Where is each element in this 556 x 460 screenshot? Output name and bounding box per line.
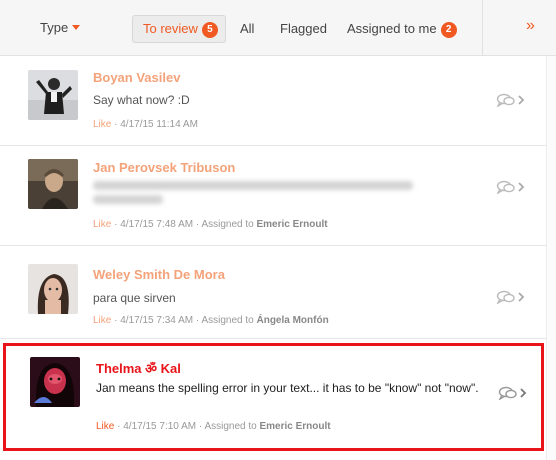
timestamp: 4/17/15 7:48 AM [120, 219, 194, 230]
right-panel-edge [546, 56, 556, 460]
tab-flagged[interactable]: Flagged [280, 15, 327, 43]
reply-icon[interactable] [496, 290, 526, 304]
assigned-label: Assigned to [201, 219, 254, 230]
blurred-comment-text [93, 176, 423, 204]
assigned-label: Assigned to [204, 421, 257, 432]
caret-down-icon [72, 25, 81, 30]
timestamp: 4/17/15 7:10 AM [123, 421, 197, 432]
comment-meta: Like · 4/17/15 7:48 AM · Assigned to Eme… [93, 219, 328, 230]
like-link[interactable]: Like [93, 315, 111, 326]
author-name[interactable]: Thelma ॐ Kal [96, 359, 181, 377]
avatar [28, 70, 78, 120]
assignee-name[interactable]: Emeric Ernoult [256, 219, 327, 230]
avatar [28, 159, 78, 209]
list-item[interactable]: Boyan Vasilev Say what now? :D Like · 4/… [0, 56, 546, 146]
author-name[interactable]: Jan Perovsek Tribuson [93, 160, 235, 175]
assignee-name[interactable]: Ángela Monfón [256, 315, 328, 326]
avatar [30, 357, 80, 407]
filter-toolbar: Type To review 5 All Flagged Assigned to … [0, 0, 556, 56]
to-review-count-badge: 5 [201, 22, 218, 38]
type-filter-label: Type [40, 20, 69, 35]
type-filter-dropdown[interactable]: Type [40, 20, 81, 35]
timestamp: 4/17/15 11:14 AM [120, 119, 198, 130]
list-item[interactable]: Jan Perovsek Tribuson Like · 4/17/15 7:4… [0, 146, 546, 246]
timestamp: 4/17/15 7:34 AM [120, 315, 194, 326]
tab-to-review-label: To review [143, 21, 198, 36]
comment-text: para que sirven [93, 291, 176, 305]
comment-text: Jan means the spelling error in your tex… [96, 381, 479, 395]
tab-assigned-to-me-label: Assigned to me [347, 21, 437, 36]
comment-meta: Like · 4/17/15 7:10 AM · Assigned to Eme… [96, 421, 331, 432]
assignee-name[interactable]: Emeric Ernoult [259, 421, 330, 432]
author-name[interactable]: Boyan Vasilev [93, 70, 180, 85]
assigned-label: Assigned to [201, 315, 254, 326]
tab-all[interactable]: All [240, 15, 254, 43]
like-link[interactable]: Like [96, 421, 114, 432]
comment-text: Say what now? :D [93, 93, 190, 107]
list-item-selected[interactable]: Thelma ॐ Kal Jan means the spelling erro… [3, 343, 544, 451]
tab-assigned-to-me[interactable]: Assigned to me 2 [347, 15, 457, 43]
reply-icon[interactable] [496, 180, 526, 194]
comment-meta: Like · 4/17/15 11:14 AM [93, 119, 198, 130]
assigned-count-badge: 2 [440, 22, 457, 38]
comment-meta: Like · 4/17/15 7:34 AM · Assigned to Áng… [93, 315, 329, 326]
like-link[interactable]: Like [93, 219, 111, 230]
list-item[interactable]: Weley Smith De Mora para que sirven Like… [0, 246, 546, 339]
double-chevron-right-icon[interactable]: » [526, 17, 535, 35]
like-link[interactable]: Like [93, 119, 111, 130]
reply-icon[interactable] [498, 386, 528, 400]
toolbar-divider [482, 0, 483, 56]
author-name[interactable]: Weley Smith De Mora [93, 267, 225, 282]
reply-icon[interactable] [496, 93, 526, 107]
avatar [28, 264, 78, 314]
tab-to-review[interactable]: To review 5 [132, 15, 226, 43]
